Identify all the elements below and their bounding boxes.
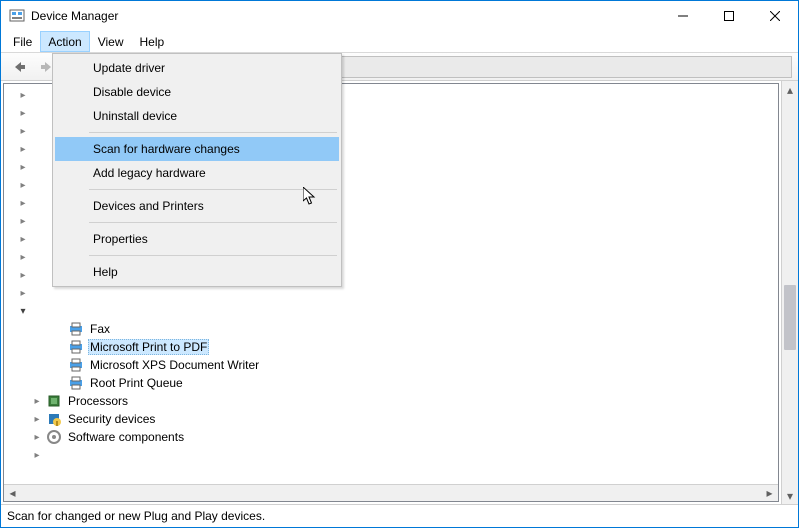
menu-separator <box>89 222 337 223</box>
menu-uninstall-device[interactable]: Uninstall device <box>55 104 339 128</box>
tree-item-label: Fax <box>88 322 112 336</box>
chevron-right-icon[interactable]: ▸ <box>16 196 30 210</box>
tree-category-label: Security devices <box>66 412 157 426</box>
menu-view[interactable]: View <box>90 31 132 52</box>
menu-properties[interactable]: Properties <box>55 227 339 251</box>
tree-item-xps-writer[interactable]: Microsoft XPS Document Writer <box>4 356 778 374</box>
tree-item-label: Microsoft XPS Document Writer <box>88 358 261 372</box>
app-icon <box>9 8 25 24</box>
scroll-up-arrow[interactable]: ▴ <box>782 81 798 98</box>
menu-disable-device[interactable]: Disable device <box>55 80 339 104</box>
chevron-right-icon[interactable]: ▸ <box>16 178 30 192</box>
chevron-right-icon[interactable]: ▸ <box>30 394 44 408</box>
printer-icon <box>68 339 84 355</box>
processor-icon <box>46 393 62 409</box>
tree-category-label: Software components <box>66 430 186 444</box>
chevron-right-icon[interactable]: ▸ <box>16 232 30 246</box>
statusbar: Scan for changed or new Plug and Play de… <box>1 505 798 527</box>
scroll-thumb[interactable] <box>784 285 796 350</box>
tree-category-label: Processors <box>66 394 130 408</box>
chevron-right-icon[interactable]: ▸ <box>16 250 30 264</box>
printer-icon <box>68 357 84 373</box>
minimize-button[interactable] <box>660 1 706 31</box>
chevron-right-icon[interactable]: ▸ <box>30 412 44 426</box>
maximize-button[interactable] <box>706 1 752 31</box>
device-manager-window: Device Manager File Action View Help ▸ ▸… <box>0 0 799 528</box>
tree-item-root-print-queue[interactable]: Root Print Queue <box>4 374 778 392</box>
tree-category-processors[interactable]: ▸ Processors <box>4 392 778 410</box>
chevron-right-icon[interactable]: ▸ <box>16 214 30 228</box>
scroll-down-arrow[interactable]: ▾ <box>782 487 798 504</box>
vertical-scrollbar[interactable]: ▴ ▾ <box>781 81 798 504</box>
chevron-right-icon[interactable]: ▸ <box>16 142 30 156</box>
menu-update-driver[interactable]: Update driver <box>55 56 339 80</box>
menu-separator <box>89 132 337 133</box>
tree-item-fax[interactable]: Fax <box>4 320 778 338</box>
chevron-right-icon[interactable]: ▸ <box>30 430 44 444</box>
tree-item-label: Microsoft Print to PDF <box>88 339 209 355</box>
window-title: Device Manager <box>31 9 118 23</box>
menu-help[interactable]: Help <box>132 31 173 52</box>
scroll-track[interactable] <box>782 98 798 487</box>
scroll-right-arrow[interactable]: ▸ <box>761 485 778 501</box>
menu-scan-hardware[interactable]: Scan for hardware changes <box>55 137 339 161</box>
menu-separator <box>89 189 337 190</box>
tree-category-expanded[interactable]: ▾ <box>4 302 778 320</box>
chevron-right-icon[interactable]: ▸ <box>16 88 30 102</box>
tree-category-collapsed[interactable]: ▸ <box>4 446 778 464</box>
chevron-right-icon[interactable]: ▸ <box>30 448 44 462</box>
back-button[interactable] <box>7 56 31 78</box>
chevron-right-icon[interactable]: ▸ <box>16 106 30 120</box>
chevron-right-icon[interactable]: ▸ <box>16 268 30 282</box>
status-text: Scan for changed or new Plug and Play de… <box>7 509 265 523</box>
horizontal-scrollbar[interactable]: ◂ ▸ <box>4 484 778 501</box>
menu-action[interactable]: Action <box>40 31 89 52</box>
printer-icon <box>68 321 84 337</box>
tree-category-security[interactable]: ▸ Security devices <box>4 410 778 428</box>
tree-item-label: Root Print Queue <box>88 376 185 390</box>
titlebar: Device Manager <box>1 1 798 31</box>
menu-add-legacy[interactable]: Add legacy hardware <box>55 161 339 185</box>
tree-category-software[interactable]: ▸ Software components <box>4 428 778 446</box>
menu-devices-printers[interactable]: Devices and Printers <box>55 194 339 218</box>
chevron-right-icon[interactable]: ▸ <box>16 160 30 174</box>
menubar: File Action View Help <box>1 31 798 53</box>
chevron-down-icon[interactable]: ▾ <box>16 304 30 318</box>
scroll-left-arrow[interactable]: ◂ <box>4 485 21 501</box>
tree-item-print-to-pdf[interactable]: Microsoft Print to PDF <box>4 338 778 356</box>
menu-separator <box>89 255 337 256</box>
chevron-right-icon[interactable]: ▸ <box>16 286 30 300</box>
security-icon <box>46 411 62 427</box>
software-icon <box>46 429 62 445</box>
action-menu-dropdown: Update driver Disable device Uninstall d… <box>52 53 342 287</box>
close-button[interactable] <box>752 1 798 31</box>
menu-help[interactable]: Help <box>55 260 339 284</box>
menu-file[interactable]: File <box>5 31 40 52</box>
chevron-right-icon[interactable]: ▸ <box>16 124 30 138</box>
printer-icon <box>68 375 84 391</box>
